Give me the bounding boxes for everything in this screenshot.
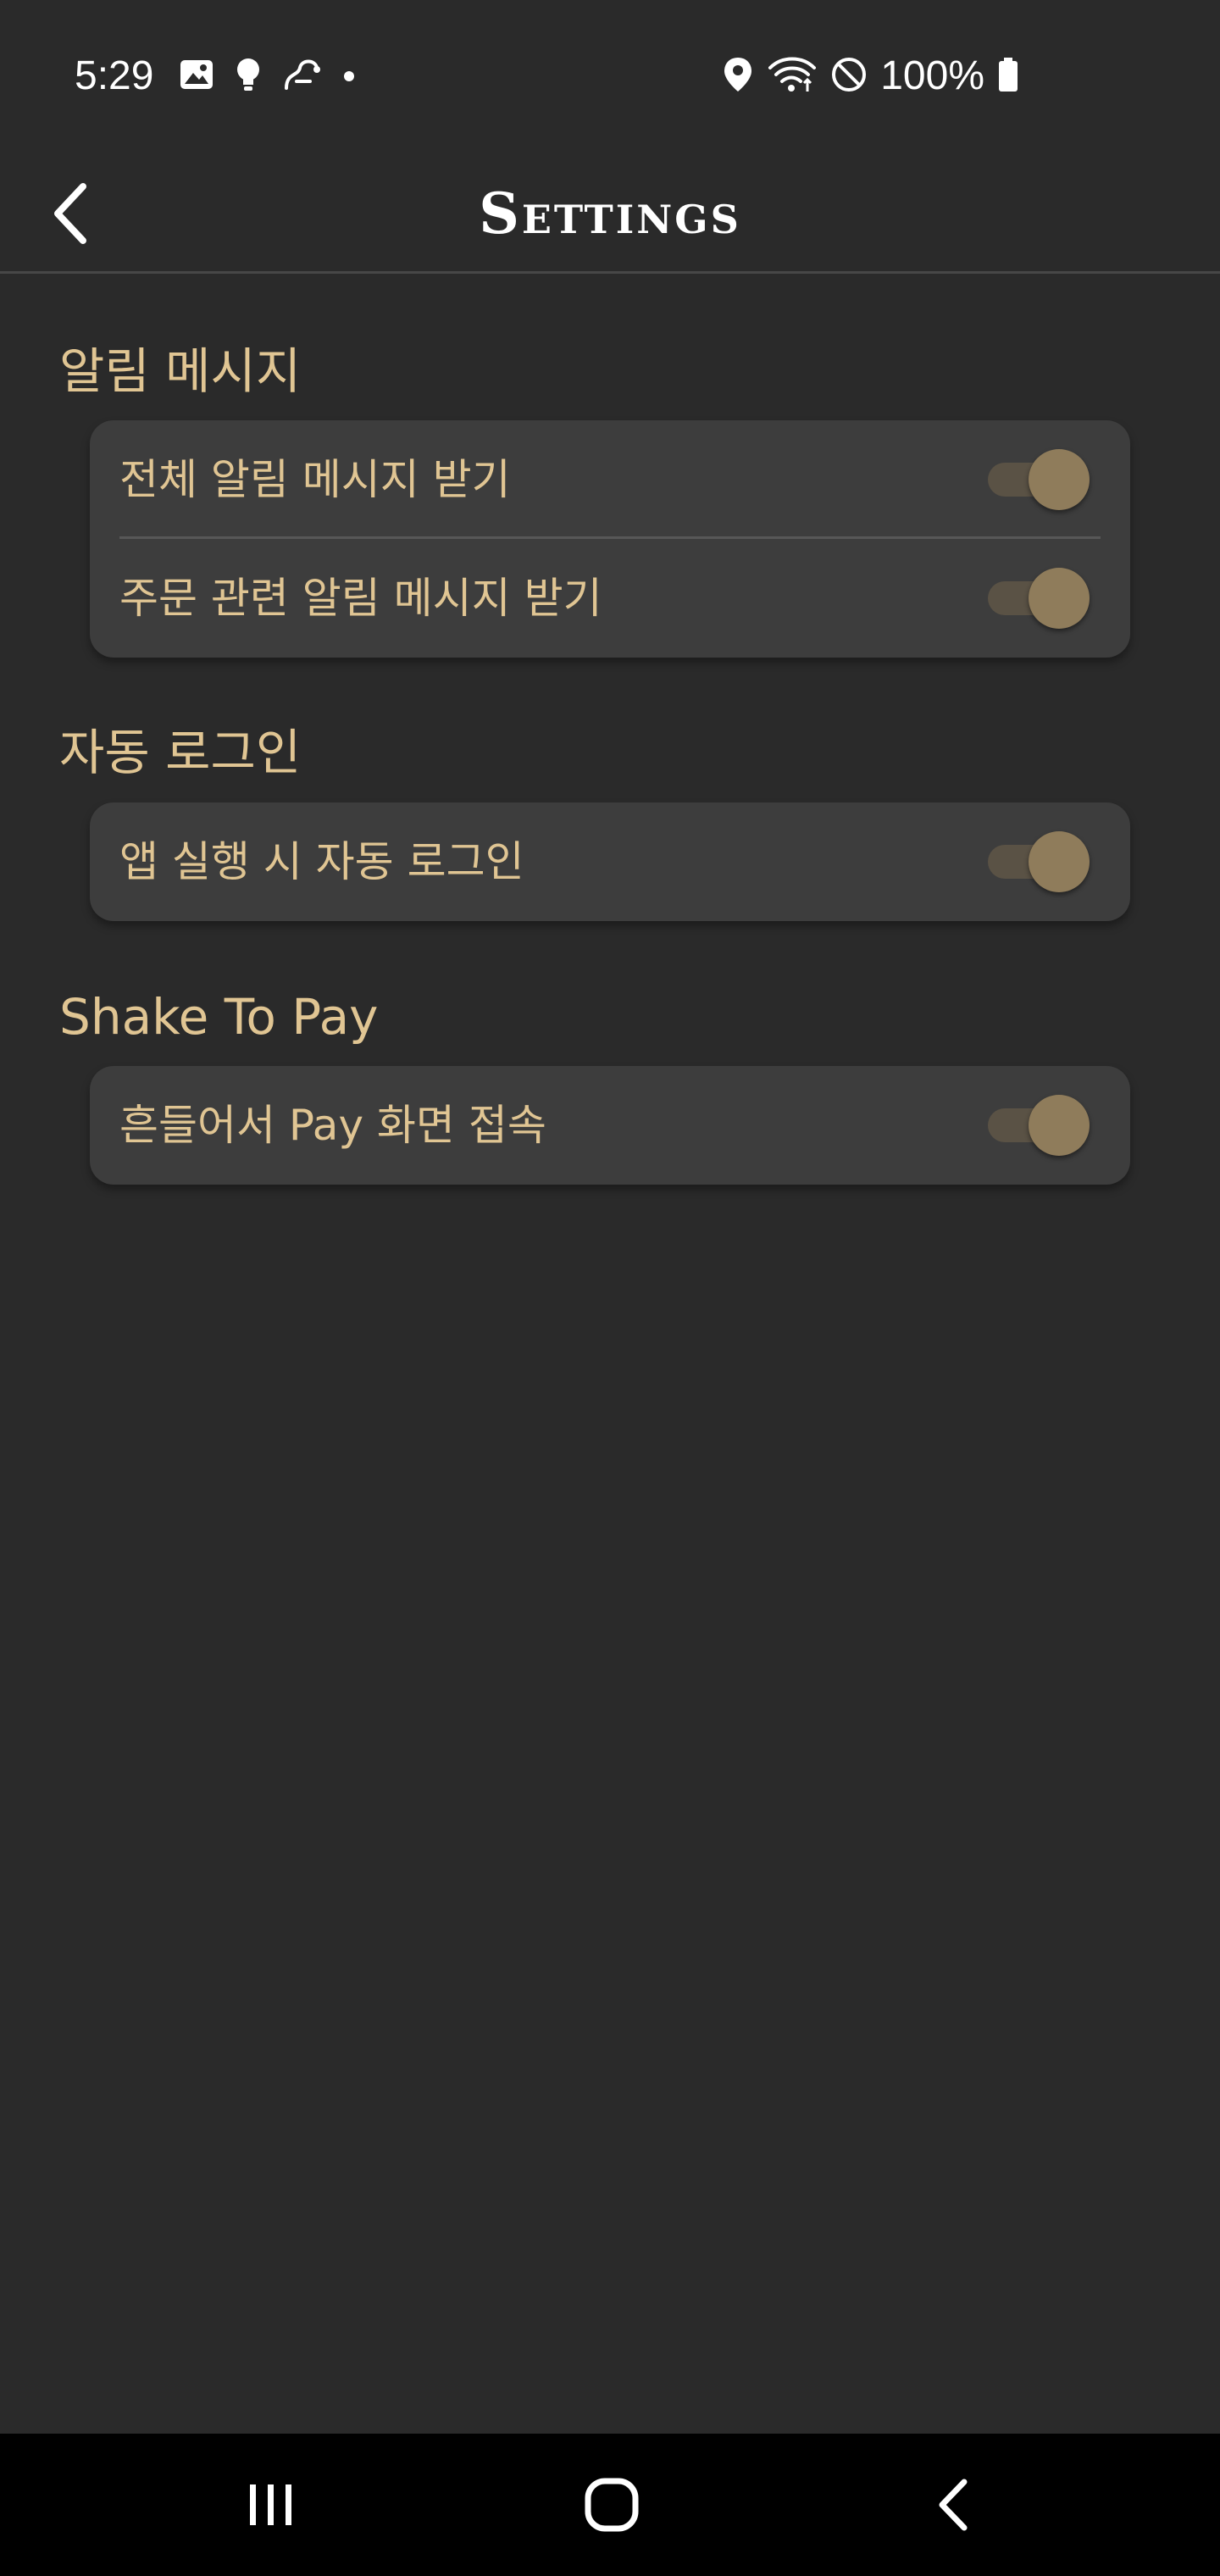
section-title-auto-login: 자동 로그인: [59, 724, 302, 781]
shake-to-pay-toggle[interactable]: [988, 1095, 1090, 1156]
setting-row-auto-login[interactable]: 앱 실행 시 자동 로그인: [90, 802, 1130, 921]
dot-icon: [341, 56, 358, 97]
all-notifications-toggle[interactable]: [988, 449, 1090, 510]
status-time: 5:29: [75, 53, 154, 98]
auto-login-toggle[interactable]: [988, 831, 1090, 892]
navigation-bar: [0, 2434, 1220, 2576]
system-icons: 100%: [721, 51, 1020, 102]
setting-row-shake-to-pay[interactable]: 흔들어서 Pay 화면 접속: [90, 1066, 1130, 1185]
wifi-icon: [767, 54, 818, 98]
status-bar: 5:29 100%: [0, 0, 1220, 153]
battery-percent: 100%: [880, 53, 984, 98]
notifications-card: 전체 알림 메시지 받기 주문 관련 알림 메시지 받기: [90, 420, 1130, 658]
toggle-knob: [1029, 568, 1090, 629]
order-notifications-toggle[interactable]: [988, 568, 1090, 629]
gallery-icon: [178, 56, 215, 97]
section-title-notifications: 알림 메시지: [59, 342, 302, 400]
location-icon: [721, 54, 755, 98]
notification-icons: [178, 56, 358, 97]
toggle-knob: [1029, 449, 1090, 510]
setting-label: 앱 실행 시 자동 로그인: [119, 837, 524, 886]
section-title-shake-to-pay: Shake To Pay: [59, 988, 379, 1046]
toggle-knob: [1029, 831, 1090, 892]
settings-screen: 5:29 100% Settings 알림 메시지 전체 알림 메시지 받기 주…: [0, 0, 1220, 2576]
setting-row-order-notifications[interactable]: 주문 관련 알림 메시지 받기: [90, 539, 1130, 658]
nav-back-button[interactable]: [903, 2454, 1005, 2556]
app-bar: Settings: [0, 153, 1220, 274]
toggle-knob: [1029, 1095, 1090, 1156]
shake-to-pay-card: 흔들어서 Pay 화면 접속: [90, 1066, 1130, 1185]
recents-button[interactable]: [220, 2454, 322, 2556]
auto-login-card: 앱 실행 시 자동 로그인: [90, 802, 1130, 921]
link-icon: [281, 56, 322, 97]
page-title: Settings: [479, 180, 741, 247]
setting-label: 흔들어서 Pay 화면 접속: [119, 1101, 546, 1150]
setting-label: 전체 알림 메시지 받기: [119, 455, 511, 504]
bulb-icon: [234, 56, 263, 97]
recents-icon: [250, 2484, 291, 2525]
setting-row-all-notifications[interactable]: 전체 알림 메시지 받기: [90, 420, 1130, 539]
back-icon: [939, 2479, 968, 2531]
home-icon: [585, 2478, 639, 2532]
home-button[interactable]: [561, 2454, 663, 2556]
setting-label: 주문 관련 알림 메시지 받기: [119, 574, 602, 623]
do-not-disturb-icon: [829, 54, 868, 98]
battery-icon: [996, 54, 1020, 98]
